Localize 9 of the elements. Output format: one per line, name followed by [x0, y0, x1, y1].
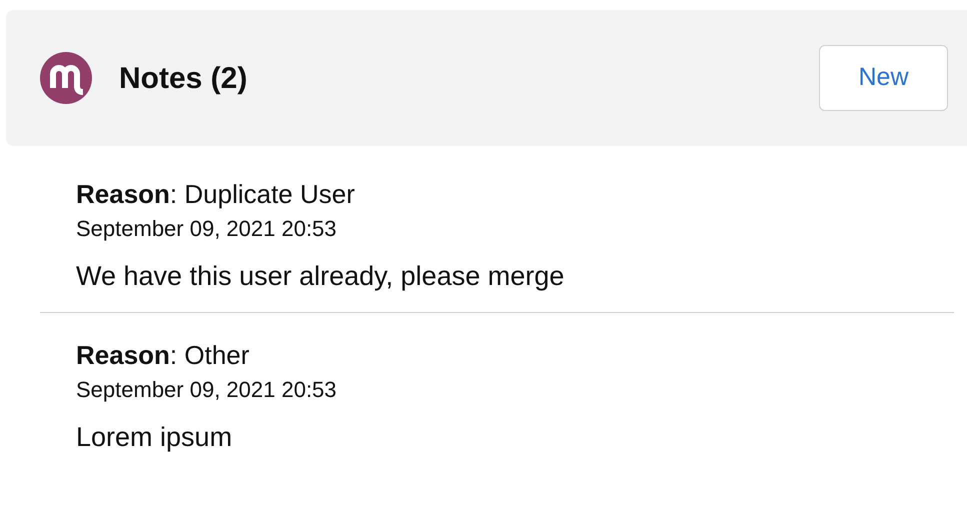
- new-button[interactable]: New: [819, 45, 948, 111]
- notes-title: Notes (2): [119, 60, 248, 96]
- note-body: We have this user already, please merge: [76, 260, 566, 293]
- note-reason: Reason: Duplicate User: [76, 178, 356, 211]
- logo-icon: [40, 52, 92, 104]
- note-date: September 09, 2021 20:53: [76, 376, 338, 404]
- note-date: September 09, 2021 20:53: [76, 215, 338, 243]
- note-body: Lorem ipsum: [76, 421, 234, 454]
- note-reason: Reason: Other: [76, 339, 250, 372]
